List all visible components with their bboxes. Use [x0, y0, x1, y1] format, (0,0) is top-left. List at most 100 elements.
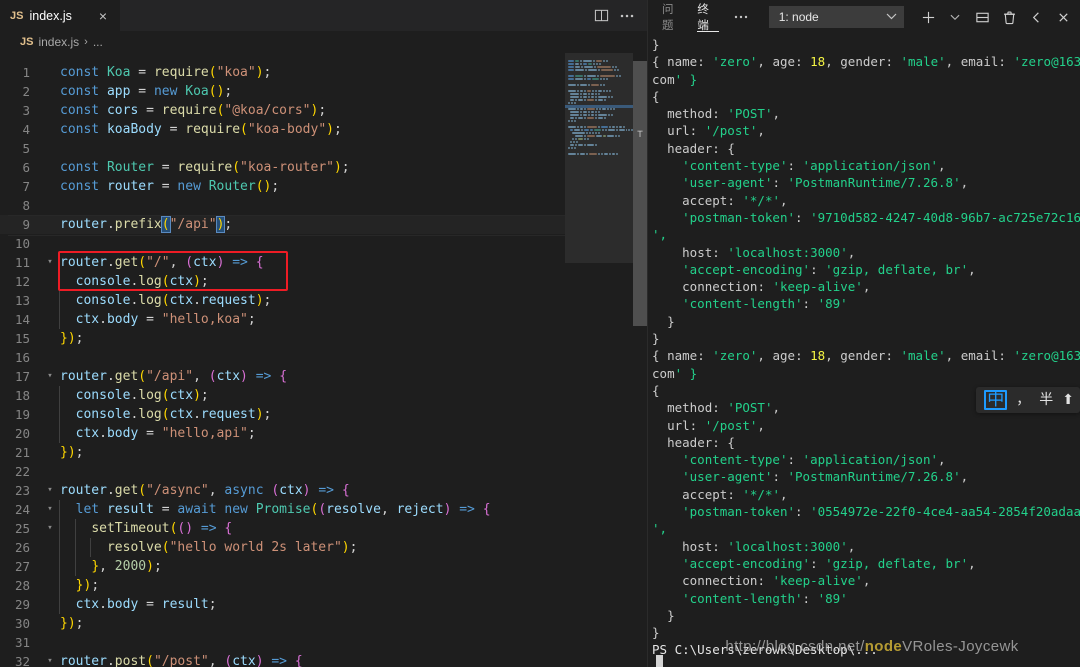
- minimap-token: [605, 128, 607, 131]
- minimap-token: [587, 113, 590, 116]
- terminal-line: }: [667, 607, 675, 623]
- close-panel-icon[interactable]: [1053, 7, 1073, 27]
- code-line[interactable]: 19 console.log(ctx.request);: [0, 405, 647, 424]
- new-terminal-dropdown-icon[interactable]: [945, 7, 965, 27]
- code-line[interactable]: 22: [0, 462, 647, 481]
- split-terminal-icon[interactable]: [972, 7, 992, 27]
- new-terminal-icon[interactable]: [918, 7, 938, 27]
- code-line[interactable]: 18 console.log(ctx);: [0, 386, 647, 405]
- minimap-token: [579, 107, 584, 110]
- editor-tab-index-js[interactable]: JS index.js ×: [0, 0, 120, 31]
- fold-chevron-icon[interactable]: ▾: [44, 652, 56, 667]
- line-number: 22: [14, 464, 30, 479]
- code-line[interactable]: 12 console.log(ctx);: [0, 272, 647, 291]
- ime-more-icon[interactable]: ⬆: [1062, 393, 1074, 407]
- panel-more-icon[interactable]: [733, 10, 749, 24]
- minimap-token: [613, 107, 615, 110]
- ime-status-bar[interactable]: 中 ， 半 ⬆: [976, 387, 1080, 413]
- fold-chevron-icon[interactable]: ▾: [44, 519, 56, 538]
- breadcrumb-file[interactable]: index.js: [38, 35, 79, 49]
- minimap-token: [584, 65, 593, 68]
- minimap-token: [570, 110, 579, 113]
- fold-chevron-icon[interactable]: ▾: [44, 481, 56, 500]
- tab-problems[interactable]: 问题: [662, 0, 683, 34]
- code-line[interactable]: 15});: [0, 329, 647, 348]
- code-line[interactable]: 17 ▾ router.get("/api", (ctx) => {: [0, 367, 647, 386]
- code-line[interactable]: 30});: [0, 614, 647, 633]
- code-line[interactable]: 7 const router = new Router();: [0, 177, 647, 196]
- minimap-token: [583, 62, 587, 65]
- code-line[interactable]: 5: [0, 139, 647, 158]
- breadcrumb-ellipsis[interactable]: ...: [93, 35, 103, 49]
- code-text: let result = await new Promise((resolve,…: [56, 500, 491, 519]
- line-number: 26: [14, 540, 30, 555]
- code-line[interactable]: 29 ctx.body = result;: [0, 595, 647, 614]
- minimap-token: [590, 128, 594, 131]
- close-icon[interactable]: ×: [94, 9, 112, 23]
- minimap-token: [580, 62, 582, 65]
- fold-chevron-icon[interactable]: ▾: [44, 500, 56, 519]
- minimap-token: [586, 74, 596, 77]
- ime-halfwidth-icon[interactable]: 半: [1039, 393, 1053, 407]
- more-actions-icon[interactable]: [619, 9, 635, 23]
- minimap[interactable]: [565, 53, 633, 667]
- tab-terminal[interactable]: 终端: [697, 0, 720, 34]
- minimap-token: [587, 95, 590, 98]
- minimap-token: [577, 143, 583, 146]
- minimap-token: [602, 83, 605, 86]
- code-line[interactable]: 10: [0, 234, 647, 253]
- terminal-instance-select[interactable]: 1: node: [768, 6, 904, 28]
- code-line[interactable]: 23 ▾ router.get("/async", async (ctx) => {: [0, 481, 647, 500]
- minimap-token: [601, 125, 608, 128]
- code-line[interactable]: 4 const koaBody = require("koa-body");: [0, 120, 647, 139]
- terminal-output[interactable]: }{ name: 'zero', age: 18, gender: 'male'…: [648, 34, 1080, 667]
- code-line[interactable]: 13 console.log(ctx.request);: [0, 291, 647, 310]
- terminal-line: 'postman-token': '0554972e-22f0-4ce4-aa5…: [682, 504, 1080, 520]
- fold-chevron-icon[interactable]: ▾: [44, 253, 56, 272]
- code-line[interactable]: 31: [0, 633, 647, 652]
- ime-chinese-mode-icon[interactable]: 中: [984, 390, 1008, 410]
- minimap-token: [570, 113, 579, 116]
- minimap-token: [577, 98, 583, 101]
- code-line[interactable]: 24 ▾ let result = await new Promise((reso…: [0, 500, 647, 519]
- editor-scrollbar-thumb[interactable]: [633, 61, 647, 326]
- minimap-token: [574, 101, 576, 104]
- code-line[interactable]: 6 const Router = require("koa-router");: [0, 158, 647, 177]
- ime-punctuation-icon[interactable]: ，: [1016, 393, 1030, 407]
- code-line[interactable]: 27 }, 2000);: [0, 557, 647, 576]
- code-line[interactable]: 25 ▾ setTimeout(() => {: [0, 519, 647, 538]
- scrollbar-decoration-icon: ⊤: [636, 129, 644, 140]
- minimap-token: [576, 125, 579, 128]
- code-line[interactable]: 2 const app = new Koa();: [0, 82, 647, 101]
- line-number: 14: [14, 312, 30, 327]
- minimap-token: [598, 89, 602, 92]
- kill-terminal-icon[interactable]: [999, 7, 1019, 27]
- hide-panel-icon[interactable]: [1026, 7, 1046, 27]
- code-line[interactable]: 9 router.prefix("/api");: [0, 215, 647, 236]
- minimap-token: [584, 89, 587, 92]
- code-line[interactable]: 20 ctx.body = "hello,api";: [0, 424, 647, 443]
- minimap-token: [573, 140, 576, 143]
- code-line[interactable]: 1 const Koa = require("koa");: [0, 63, 647, 82]
- code-line[interactable]: 14 ctx.body = "hello,koa";: [0, 310, 647, 329]
- minimap-token: [570, 116, 574, 119]
- minimap-token: [568, 77, 575, 80]
- split-editor-icon[interactable]: [594, 8, 609, 23]
- editor-vertical-scrollbar[interactable]: ⊤: [633, 53, 647, 667]
- fold-chevron-icon[interactable]: ▾: [44, 367, 56, 386]
- terminal-scrollbar[interactable]: [1070, 34, 1080, 667]
- code-line[interactable]: 32 ▾ router.post("/post", (ctx) => {: [0, 652, 647, 667]
- code-line[interactable]: 8: [0, 196, 647, 215]
- code-line[interactable]: 26 resolve("hello world 2s later");: [0, 538, 647, 557]
- code-line[interactable]: 21});: [0, 443, 647, 462]
- code-line[interactable]: 11 ▾ router.get("/", (ctx) => {: [0, 253, 647, 272]
- code-line[interactable]: 3 const cors = require("@koa/cors");: [0, 101, 647, 120]
- minimap-token: [598, 152, 601, 155]
- minimap-token: [614, 65, 617, 68]
- code-line[interactable]: 28 });: [0, 576, 647, 595]
- minimap-token: [582, 92, 587, 95]
- minimap-token: [611, 65, 614, 68]
- code-line[interactable]: 16: [0, 348, 647, 367]
- code-editor[interactable]: 1 const Koa = require("koa"); 2 const app =…: [0, 53, 647, 667]
- terminal-line: 'content-length': '89': [682, 296, 848, 312]
